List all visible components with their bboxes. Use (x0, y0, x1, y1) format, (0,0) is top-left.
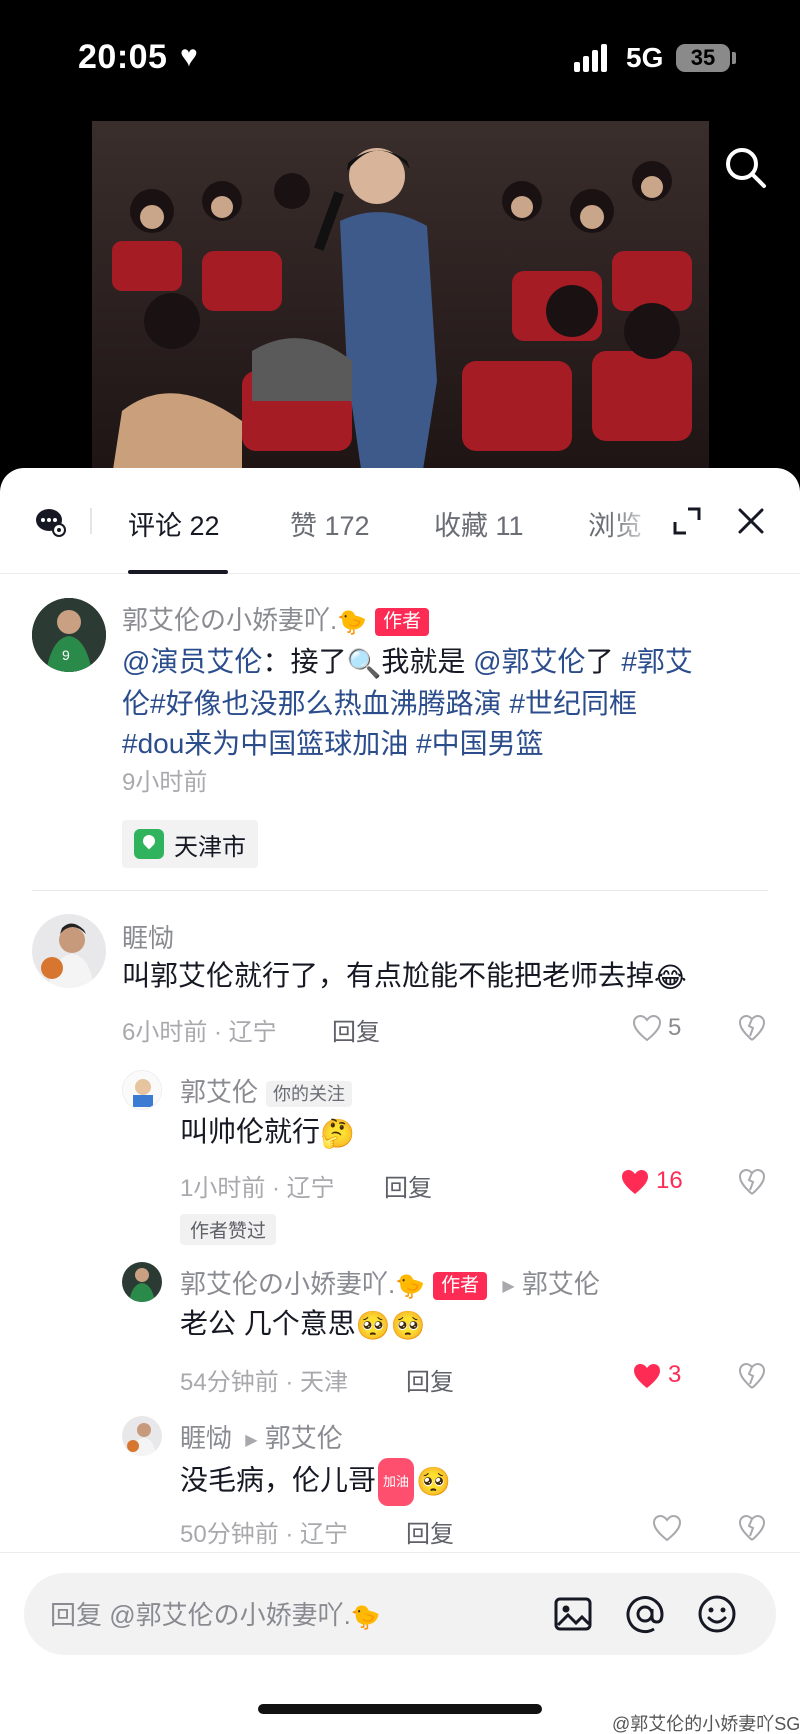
search-emoji-icon: 🔍 (346, 647, 382, 679)
reply-button[interactable]: 回复 (406, 1514, 454, 1549)
comment-meta: 6小时前 · 辽宁 (122, 1019, 277, 1046)
comment-text: 叫郭艾伦就行了，有点尬能不能把老师去掉😂 (122, 956, 762, 998)
author-badge: 作者 (375, 608, 430, 637)
reply-placeholder: 回复 @郭艾伦の小娇妻吖. (50, 1600, 351, 1630)
heart-icon[interactable] (632, 1362, 662, 1390)
comment-text: @演员艾伦：接了🔍我就是 @郭艾伦了 #郭艾伦#好像也没那么热血沸腾路演 #世纪… (122, 642, 702, 764)
chick-emoji-icon: 🐤 (337, 608, 368, 636)
battery-icon: 35 (676, 44, 730, 72)
chick-emoji-icon: 🐤 (395, 1272, 426, 1300)
tab-comments[interactable]: 评论 22 (128, 504, 220, 543)
emoji-icon[interactable] (696, 1593, 738, 1635)
mention-link[interactable]: @郭艾伦 (473, 646, 585, 677)
status-bar: 20:05 ♥ 5G 35 (0, 0, 800, 110)
reply-to-user[interactable]: 郭艾伦 (265, 1423, 343, 1453)
comment-author[interactable]: 郭艾伦 (180, 1077, 258, 1107)
comment-text: 叫帅伦就行🤔 (180, 1112, 740, 1154)
avatar[interactable]: 9 (32, 598, 106, 672)
video-player[interactable] (92, 121, 709, 476)
reply-arrow-icon: ▶ (502, 1278, 515, 1296)
comment-author[interactable]: 郭艾伦の小娇妻吖. (180, 1269, 395, 1299)
comment-author[interactable]: 睚恸 (180, 1423, 232, 1453)
comment-meta: 50分钟前 · 辽宁 (180, 1521, 349, 1548)
pleading-emoji-icon: 🥺🥺 (355, 1309, 426, 1341)
reply-to-user[interactable]: 郭艾伦 (522, 1269, 600, 1299)
like-count: 16 (656, 1167, 683, 1194)
heart-icon: ♥ (180, 40, 198, 73)
expand-icon[interactable] (672, 506, 702, 536)
location-pin-icon (134, 829, 164, 859)
comment-text: 老公 几个意思🥺🥺 (180, 1304, 740, 1346)
tab-bar: 评论 22 赞 172 收藏 11 浏览 (0, 468, 800, 574)
comment-sheet: 评论 22 赞 172 收藏 11 浏览 9 郭艾伦の小娇妻吖.🐤作者 @演员艾… (0, 468, 800, 1734)
reply-input[interactable]: 回复 @郭艾伦の小娇妻吖.🐤 (24, 1573, 776, 1655)
tab-favorites[interactable]: 收藏 11 (434, 504, 524, 543)
laugh-cry-emoji-icon: 😂 (654, 961, 687, 993)
pleading-emoji-icon: 🥺 (416, 1466, 451, 1497)
avatar[interactable] (122, 1070, 162, 1110)
hashtag-link[interactable]: #中国男篮 (416, 728, 544, 759)
heart-icon[interactable] (632, 1014, 662, 1042)
hashtag-link[interactable]: #好像也没那么热血沸腾路演 (150, 688, 502, 719)
svg-text:9: 9 (62, 647, 70, 663)
reply-button[interactable]: 回复 (384, 1168, 432, 1203)
dislike-icon[interactable] (738, 1362, 766, 1390)
avatar[interactable] (122, 1262, 162, 1302)
location-tag[interactable]: 天津市 (122, 820, 258, 868)
dislike-icon[interactable] (738, 1514, 766, 1542)
tab-likes[interactable]: 赞 172 (290, 504, 370, 543)
author-liked-badge: 作者赞过 (180, 1214, 277, 1245)
home-indicator[interactable] (258, 1704, 542, 1714)
signal-icon (574, 44, 614, 72)
avatar[interactable] (122, 1416, 162, 1456)
reply-arrow-icon: ▶ (245, 1432, 258, 1450)
comment-author[interactable]: 睚恸 (122, 918, 174, 955)
dislike-icon[interactable] (738, 1168, 766, 1196)
comment-meta: 1小时前 · 辽宁 (180, 1175, 335, 1202)
comment-settings-icon[interactable] (34, 506, 66, 538)
heart-icon[interactable] (652, 1514, 682, 1542)
chick-emoji-icon: 🐤 (350, 1603, 381, 1631)
reply-button[interactable]: 回复 (332, 1012, 380, 1047)
thinking-emoji-icon: 🤔 (320, 1117, 355, 1149)
search-icon[interactable] (722, 144, 770, 192)
reply-button[interactable]: 回复 (406, 1362, 454, 1397)
like-count: 5 (668, 1014, 682, 1041)
image-icon[interactable] (552, 1593, 594, 1635)
location-label: 天津市 (174, 833, 246, 861)
active-tab-indicator (128, 570, 228, 574)
watermark: @郭艾伦的小娇妻吖SG (612, 1714, 800, 1734)
hashtag-link[interactable]: #世纪同框 (509, 688, 637, 719)
like-count: 3 (668, 1361, 682, 1388)
comment-text: 没毛病，伦儿哥 加油 🥺 (180, 1458, 740, 1506)
author-badge: 作者 (433, 1272, 488, 1301)
jiayou-sticker: 加油 (378, 1458, 415, 1506)
video-frame (92, 121, 709, 476)
following-badge: 你的关注 (266, 1081, 353, 1108)
divider (32, 890, 768, 891)
close-icon[interactable] (736, 506, 766, 536)
comment-time: 9小时前 (122, 769, 208, 796)
comment-author[interactable]: 郭艾伦の小娇妻吖. (122, 605, 337, 635)
dislike-icon[interactable] (738, 1014, 766, 1042)
heart-icon[interactable] (620, 1168, 650, 1196)
comment-meta: 54分钟前 · 天津 (180, 1369, 349, 1396)
status-time: 20:05 (78, 38, 168, 76)
mention-icon[interactable] (624, 1593, 666, 1635)
network-label: 5G (626, 42, 664, 73)
hashtag-link[interactable]: #dou来为中国篮球加油 (122, 728, 408, 759)
avatar[interactable] (32, 914, 106, 988)
mention-link[interactable]: @演员艾伦 (122, 646, 262, 677)
